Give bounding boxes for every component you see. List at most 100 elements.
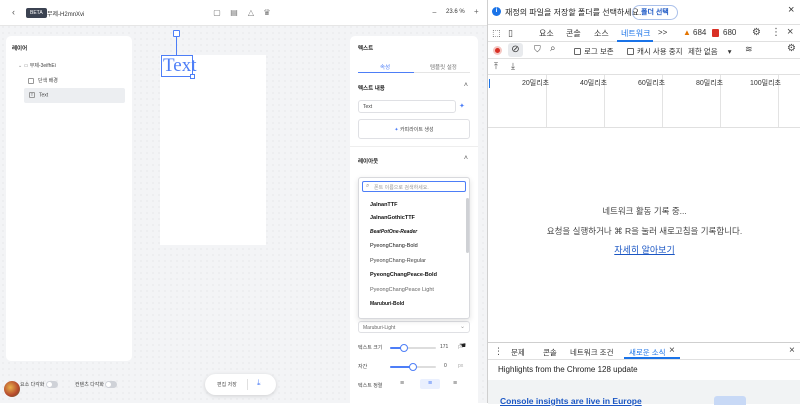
drawer-tab-network-conditions[interactable]: 네트워크 조건: [570, 347, 613, 358]
font-select[interactable]: Maruburi-Light ⌄: [358, 321, 470, 333]
canvas-text-element[interactable]: Text: [161, 55, 197, 77]
filter-icon[interactable]: ⛉: [534, 44, 541, 55]
layout-icon[interactable]: ▤: [229, 8, 239, 18]
align-label: 텍스트 정렬: [358, 383, 383, 389]
layer-item-text[interactable]: T Text: [24, 88, 125, 103]
search-icon[interactable]: ⌕: [550, 43, 556, 54]
design-canvas[interactable]: [160, 55, 266, 245]
font-option[interactable]: PyeongChangPeace-Bold: [370, 272, 437, 278]
network-toolbar: ⊘ ⛉ ⌕ 로그 보존 캐시 사용 중지 제한 없음 ▾ ≋ ⚙: [488, 42, 800, 59]
drawer-tab-issues[interactable]: 문제: [511, 347, 525, 358]
inspect-icon[interactable]: ⬚: [492, 28, 501, 39]
font-option[interactable]: Maruburi-Bold: [370, 301, 404, 307]
layer-item-label: Text: [39, 92, 49, 99]
error-icon: [712, 29, 719, 37]
tab-properties[interactable]: 속성: [380, 63, 390, 71]
chevron-up-icon[interactable]: ˄: [464, 82, 468, 89]
content-diversify-toggle[interactable]: 컨텐츠 다각화: [75, 381, 118, 389]
image-icon[interactable]: ▢: [212, 8, 222, 18]
checkbox[interactable]: [574, 48, 581, 55]
font-option[interactable]: JalnanTTF: [370, 202, 398, 208]
size-value[interactable]: 171: [440, 344, 448, 350]
layer-item-label: 단색 배경: [38, 78, 58, 84]
copywrite-button[interactable]: ✦ 카피라이트 생성: [358, 119, 470, 139]
record-icon[interactable]: [493, 46, 502, 55]
layer-root[interactable]: ⌄ ▭ 무제-3eifhEi: [18, 62, 56, 69]
clear-icon[interactable]: ⊘: [508, 43, 523, 57]
align-right-icon[interactable]: ≡: [453, 380, 457, 387]
shape-icon[interactable]: △: [246, 8, 256, 18]
network-conditions-icon[interactable]: ≋: [745, 44, 753, 55]
divider: [488, 359, 800, 360]
network-toolbar-secondary: ⤒ ⤓: [488, 59, 800, 75]
align-left-icon[interactable]: ≡: [400, 380, 404, 387]
font-option[interactable]: BeatPotOne-Reader: [370, 229, 417, 235]
tab-template-settings[interactable]: 템플릿 설정: [430, 63, 457, 71]
text-content-input[interactable]: Text: [358, 100, 456, 113]
font-option[interactable]: PyeongChang-Bold: [370, 243, 418, 249]
element-diversify-toggle[interactable]: 요소 다각화: [20, 381, 58, 389]
kebab-menu-icon[interactable]: ⋮: [771, 27, 781, 38]
sparkle-icon[interactable]: ✦: [459, 102, 465, 110]
drawer-menu-icon[interactable]: ⋮: [494, 346, 503, 357]
device-toolbar-icon[interactable]: ▯: [508, 28, 513, 39]
resize-handle[interactable]: [190, 74, 195, 79]
warning-count[interactable]: 684: [693, 28, 706, 37]
error-count[interactable]: 680: [723, 28, 736, 37]
console-insights-link[interactable]: Console insights are live in Europe: [500, 396, 642, 406]
close-icon[interactable]: ×: [788, 4, 794, 16]
tab-console[interactable]: 콘솔: [566, 28, 581, 39]
tab-sources[interactable]: 소스: [594, 28, 609, 39]
gear-icon[interactable]: ⚙: [752, 27, 761, 38]
warning-icon: ▲: [683, 28, 691, 37]
network-timeline[interactable]: 20밀리초 40밀리초 60밀리초 80밀리초 100밀리초: [488, 75, 800, 128]
spacing-value[interactable]: 0: [444, 363, 447, 369]
export-har-icon[interactable]: ⤓: [511, 61, 515, 72]
tab-divider: [414, 72, 470, 73]
save-button[interactable]: 편집 저장: [217, 381, 237, 388]
font-option[interactable]: PyeongChang-Regular: [370, 258, 426, 264]
throttle-select[interactable]: 제한 없음 ▾: [688, 46, 731, 57]
dropdown-scrollbar[interactable]: [466, 198, 469, 253]
back-icon[interactable]: ‹: [12, 7, 15, 17]
drawer-tab-console[interactable]: 콘솔: [543, 347, 557, 358]
align-center-icon[interactable]: ≡: [420, 379, 440, 389]
disable-cache-checkbox[interactable]: 캐시 사용 중지: [627, 46, 683, 57]
tab-network[interactable]: 네트워크: [621, 28, 650, 39]
tab-elements[interactable]: 요소: [539, 28, 554, 39]
toggle-switch[interactable]: [45, 381, 58, 389]
more-tabs-button[interactable]: >>: [658, 28, 667, 37]
close-drawer-icon[interactable]: ×: [789, 345, 795, 356]
size-label: 텍스트 크기: [358, 345, 383, 351]
info-icon: i: [492, 7, 501, 16]
chevron-up-icon[interactable]: ˄: [464, 155, 468, 162]
avatar[interactable]: [4, 381, 20, 397]
document-name[interactable]: 무제-H2mnXvi: [47, 9, 84, 18]
checkbox[interactable]: [627, 48, 634, 55]
crown-icon[interactable]: ♛: [262, 8, 272, 18]
throttle-label: 제한 없음: [688, 47, 718, 56]
spacing-slider[interactable]: [390, 363, 436, 371]
font-option[interactable]: JalnanGothicTTF: [370, 215, 415, 221]
zoom-in-icon[interactable]: +: [474, 7, 479, 16]
learn-more-link[interactable]: 자세히 알아보기: [488, 243, 800, 256]
size-slider-knob[interactable]: [399, 344, 408, 352]
close-tab-icon[interactable]: ×: [669, 345, 675, 356]
sparkle-icon: ✦: [394, 127, 399, 133]
close-devtools-icon[interactable]: ×: [787, 26, 793, 38]
toggle-switch[interactable]: [105, 381, 118, 389]
rotate-handle[interactable]: [173, 30, 180, 37]
preserve-log-checkbox[interactable]: 로그 보존: [574, 46, 614, 57]
font-option[interactable]: PyeongChangPeace Light: [370, 287, 434, 293]
import-har-icon[interactable]: ⤒: [494, 61, 498, 72]
layer-item-background[interactable]: 단색 배경: [28, 77, 58, 84]
download-icon[interactable]: ⤓: [257, 378, 261, 388]
zoom-out-icon[interactable]: −: [432, 8, 437, 17]
select-folder-button[interactable]: 폴더 선택: [632, 5, 678, 20]
top-bar: ‹ BETA 무제-H2mnXvi ▢ ▤ △ ♛ − 23.6 % +: [0, 0, 487, 26]
gear-icon[interactable]: ⚙: [787, 43, 796, 54]
timeline-tick: 60밀리초: [638, 80, 666, 87]
font-search-input[interactable]: ⌕ 폰트 이름으로 검색하세요.: [362, 181, 466, 192]
size-slider[interactable]: [390, 344, 436, 352]
spacing-slider-knob[interactable]: [409, 363, 417, 371]
